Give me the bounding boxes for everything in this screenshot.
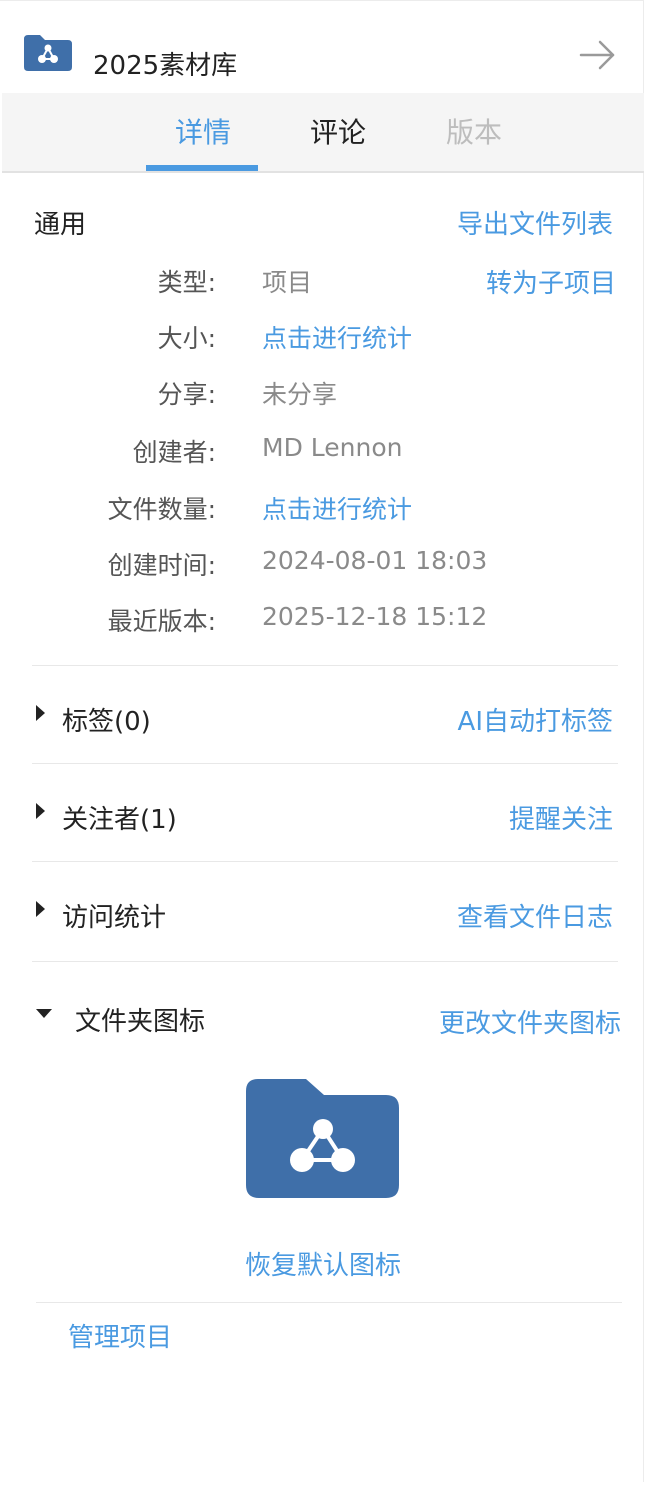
file-details-panel: 2025素材库 详情 评论 版本 通用 导出文件列表 类型: 项目 转为子项目 … — [0, 0, 644, 1482]
info-value: 2024-08-01 18:03 — [262, 546, 488, 575]
info-label: 创建时间: — [107, 551, 216, 580]
info-row-type: 类型: 项目 转为子项目 — [0, 263, 646, 303]
info-value: 2025-12-18 15:12 — [262, 602, 488, 631]
tab-comments[interactable]: 评论 — [310, 111, 366, 151]
info-value: 未分享 — [262, 380, 338, 409]
info-label: 最近版本: — [107, 607, 216, 636]
access-stats-section-title[interactable]: 访问统计 — [62, 897, 166, 934]
info-row-latest-version: 最近版本: 2025-12-18 15:12 — [0, 602, 646, 642]
section-divider — [32, 861, 618, 862]
view-file-log-link[interactable]: 查看文件日志 — [457, 897, 613, 934]
info-label: 文件数量: — [107, 495, 216, 524]
info-value: MD Lennon — [262, 433, 403, 462]
manage-project-link[interactable]: 管理项目 — [68, 1317, 172, 1354]
caret-right-icon[interactable] — [36, 901, 45, 917]
section-divider — [32, 763, 618, 764]
info-row-share: 分享: 未分享 — [0, 375, 646, 415]
convert-to-subproject-link[interactable]: 转为子项目 — [486, 263, 616, 300]
caret-right-icon[interactable] — [36, 705, 45, 721]
restore-default-icon-link[interactable]: 恢复默认图标 — [0, 1245, 646, 1282]
project-folder-icon — [24, 35, 72, 71]
section-divider — [32, 961, 618, 962]
info-label: 大小: — [157, 324, 216, 353]
tab-versions[interactable]: 版本 — [446, 111, 502, 151]
info-value: 项目 — [262, 268, 313, 297]
active-tab-indicator — [146, 165, 258, 171]
folder-network-icon — [246, 1079, 399, 1198]
ai-auto-tag-link[interactable]: AI自动打标签 — [458, 701, 613, 738]
caret-right-icon[interactable] — [36, 803, 45, 819]
tab-bar: 详情 评论 版本 — [2, 93, 644, 173]
info-label: 创建者: — [132, 438, 216, 467]
info-label: 分享: — [157, 380, 216, 409]
info-row-file-count: 文件数量: 点击进行统计 — [0, 490, 646, 530]
panel-header: 2025素材库 — [0, 11, 646, 93]
general-section-title: 通用 — [34, 210, 87, 240]
tags-section-title[interactable]: 标签(0) — [62, 701, 151, 738]
change-folder-icon-link[interactable]: 更改文件夹图标 — [439, 1003, 621, 1040]
arrow-right-icon[interactable] — [578, 39, 618, 71]
project-title: 2025素材库 — [93, 51, 238, 81]
file-count-stat-link[interactable]: 点击进行统计 — [262, 490, 412, 526]
remind-follow-link[interactable]: 提醒关注 — [509, 799, 613, 836]
caret-down-icon[interactable] — [36, 1009, 52, 1018]
folder-icon-section-title[interactable]: 文件夹图标 — [75, 1001, 205, 1038]
info-row-creator: 创建者: MD Lennon — [0, 433, 646, 473]
section-divider — [32, 665, 618, 666]
section-divider — [36, 1302, 622, 1303]
followers-section-title[interactable]: 关注者(1) — [62, 799, 177, 836]
info-row-created-time: 创建时间: 2024-08-01 18:03 — [0, 546, 646, 586]
size-stat-link[interactable]: 点击进行统计 — [262, 319, 412, 355]
info-label: 类型: — [157, 268, 216, 297]
tab-details[interactable]: 详情 — [175, 111, 231, 151]
export-file-list-link[interactable]: 导出文件列表 — [457, 204, 613, 241]
info-row-size: 大小: 点击进行统计 — [0, 319, 646, 359]
